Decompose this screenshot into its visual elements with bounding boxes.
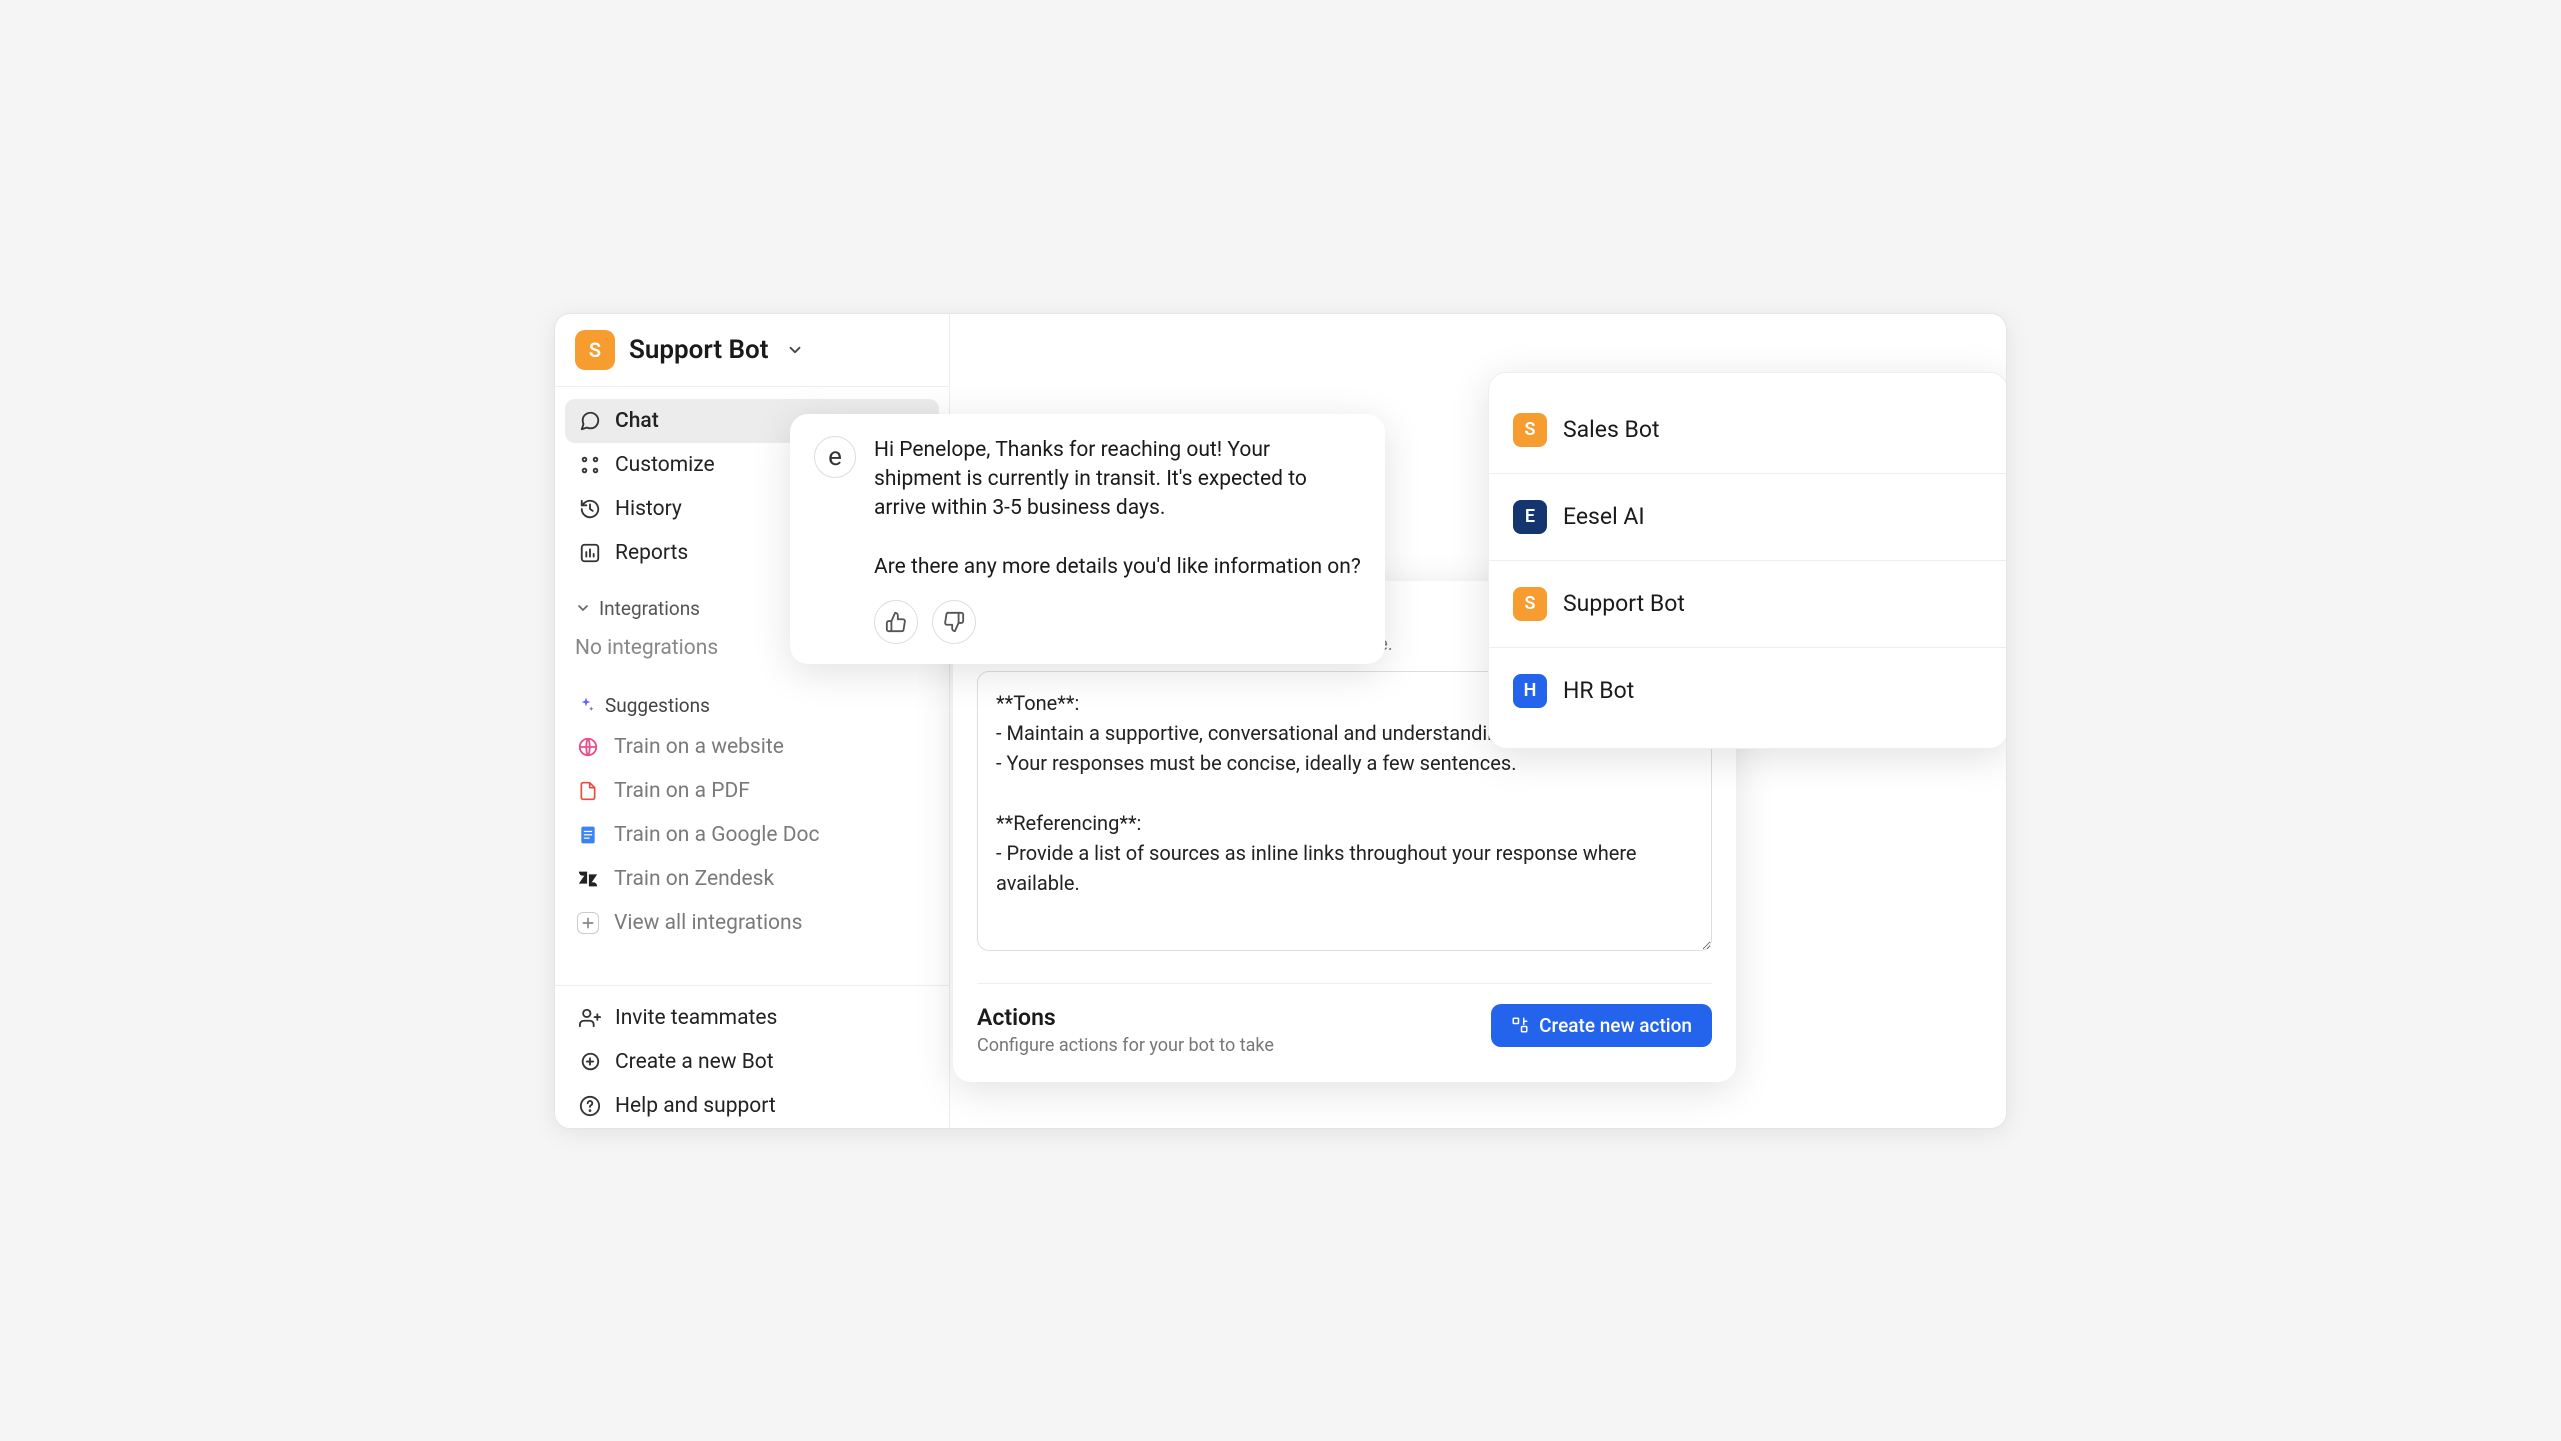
actions-subtitle: Configure actions for your bot to take	[977, 1035, 1274, 1056]
suggestion-label: Train on Zendesk	[614, 867, 774, 891]
bot-option-eesel[interactable]: E Eesel AI	[1489, 474, 2007, 561]
chat-message: Hi Penelope, Thanks for reaching out! Yo…	[874, 436, 1361, 583]
divider	[977, 983, 1712, 984]
bot-name-label: Eesel AI	[1563, 503, 1645, 530]
nav-label: History	[615, 497, 682, 521]
suggestion-label: Train on a Google Doc	[614, 823, 819, 847]
sparkle-icon	[577, 696, 595, 714]
chat-preview-card: e Hi Penelope, Thanks for reaching out! …	[790, 414, 1385, 665]
reports-icon	[579, 542, 601, 564]
gdoc-icon	[577, 824, 599, 846]
suggestion-label: Train on a website	[614, 735, 784, 759]
bot-option-support[interactable]: S Support Bot	[1489, 561, 2007, 648]
bot-selector[interactable]: S Support Bot	[555, 314, 949, 387]
footer-new-bot[interactable]: Create a new Bot	[565, 1040, 939, 1084]
integrations-label: Integrations	[599, 597, 700, 620]
bot-name-label: Support Bot	[1563, 590, 1685, 617]
suggestion-label: View all integrations	[614, 911, 802, 935]
nav-label: Reports	[615, 541, 688, 565]
bot-avatar-sales: S	[1513, 413, 1547, 447]
plus-icon	[577, 912, 599, 934]
suggestions-header: Suggestions	[565, 686, 939, 725]
thumbs-up-button[interactable]	[874, 600, 918, 644]
new-bot-icon	[579, 1051, 601, 1073]
help-icon	[579, 1095, 601, 1117]
bot-option-sales[interactable]: S Sales Bot	[1489, 387, 2007, 474]
zendesk-icon	[577, 868, 599, 890]
create-action-label: Create new action	[1539, 1014, 1692, 1037]
bot-option-hr[interactable]: H HR Bot	[1489, 648, 2007, 734]
bot-avatar-eesel: E	[1513, 500, 1547, 534]
suggestion-train-zendesk[interactable]: Train on Zendesk	[565, 857, 939, 901]
bot-name-label: Sales Bot	[1563, 416, 1660, 443]
thumbs-down-button[interactable]	[932, 600, 976, 644]
actions-title: Actions	[977, 1004, 1274, 1031]
invite-icon	[579, 1007, 601, 1029]
nav-label: Chat	[615, 409, 659, 433]
pdf-icon	[577, 780, 599, 802]
suggestion-label: Train on a PDF	[614, 779, 750, 803]
suggestions-section: Suggestions Train on a website Train on …	[555, 678, 949, 953]
footer-label: Create a new Bot	[615, 1050, 774, 1074]
bots-list-card: S Sales Bot E Eesel AI S Support Bot H H…	[1488, 372, 2007, 749]
suggestion-train-gdoc[interactable]: Train on a Google Doc	[565, 813, 939, 857]
customize-icon	[579, 454, 601, 476]
chevron-down-icon	[575, 600, 591, 616]
bot-avatar-hr: H	[1513, 674, 1547, 708]
create-action-button[interactable]: Create new action	[1491, 1004, 1712, 1047]
footer-label: Help and support	[615, 1094, 776, 1118]
suggestion-train-pdf[interactable]: Train on a PDF	[565, 769, 939, 813]
history-icon	[579, 498, 601, 520]
bot-avatar: S	[575, 330, 615, 370]
bot-name: Support Bot	[629, 335, 768, 365]
action-icon	[1511, 1016, 1529, 1034]
thumbs-down-icon	[943, 611, 965, 633]
bot-name-label: HR Bot	[1563, 677, 1634, 704]
sidebar-footer: Invite teammates Create a new Bot Help a…	[555, 985, 949, 1128]
bot-avatar-support: S	[1513, 587, 1547, 621]
chat-avatar: e	[814, 436, 856, 478]
footer-label: Invite teammates	[615, 1006, 777, 1030]
footer-help[interactable]: Help and support	[565, 1084, 939, 1128]
nav-label: Customize	[615, 453, 715, 477]
chat-icon	[579, 410, 601, 432]
chevron-down-icon	[786, 341, 804, 359]
suggestion-view-all[interactable]: View all integrations	[565, 901, 939, 945]
suggestion-train-website[interactable]: Train on a website	[565, 725, 939, 769]
globe-icon	[577, 736, 599, 758]
thumbs-up-icon	[885, 611, 907, 633]
suggestions-label: Suggestions	[605, 694, 710, 717]
footer-invite[interactable]: Invite teammates	[565, 996, 939, 1040]
